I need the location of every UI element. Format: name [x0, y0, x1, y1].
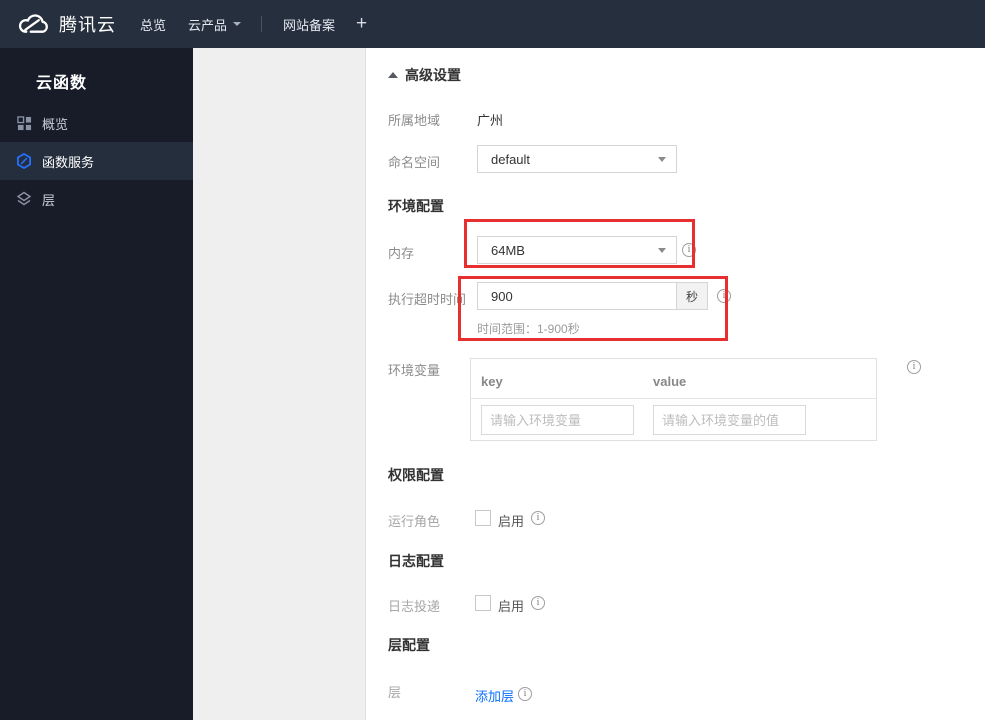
memory-label: 内存 — [388, 246, 415, 261]
sidebar-menu: 概览 函数服务 层 — [0, 104, 193, 218]
run-role-enable-label: 启用 — [498, 514, 525, 529]
sidebar-item-label: 函数服务 — [42, 154, 95, 170]
nav-overview-label: 总览 — [140, 17, 167, 33]
env-key-header: key — [481, 374, 503, 389]
env-vars-label: 环境变量 — [388, 363, 441, 378]
log-delivery-label: 日志投递 — [388, 599, 441, 614]
cloud-logo-icon — [18, 13, 48, 33]
run-role-label: 运行角色 — [388, 514, 441, 529]
sidebar-item-layers[interactable]: 层 — [0, 180, 193, 218]
advanced-settings-label: 高级设置 — [405, 67, 461, 83]
memory-info-icon[interactable] — [682, 243, 696, 257]
sidebar-item-label: 层 — [42, 192, 56, 208]
layer-section-heading: 层配置 — [388, 637, 430, 653]
function-config-form: 高级设置 所属地域 广州 命名空间 default 环境配置 内存 64MB 执… — [366, 48, 985, 720]
timeout-label: 执行超时时间 — [388, 292, 467, 307]
env-key-input[interactable] — [481, 405, 634, 435]
secondary-panel — [193, 48, 366, 720]
layer-label: 层 — [388, 685, 402, 700]
caret-down-icon — [233, 22, 242, 26]
sidebar-item-function-service[interactable]: 函数服务 — [0, 142, 193, 180]
plus-icon: + — [356, 13, 368, 34]
namespace-label: 命名空间 — [388, 155, 441, 170]
brand[interactable]: 腾讯云 — [17, 0, 116, 48]
nav-overview[interactable]: 总览 — [140, 0, 166, 48]
grid-icon — [16, 115, 32, 131]
log-delivery-info-icon[interactable] — [531, 596, 545, 610]
layers-icon — [16, 191, 32, 207]
memory-select-value: 64MB — [491, 242, 525, 258]
timeout-info-icon[interactable] — [717, 289, 731, 303]
namespace-select-value: default — [491, 151, 531, 167]
timeout-input[interactable] — [477, 282, 677, 310]
caret-down-icon — [658, 156, 666, 162]
top-navbar: 腾讯云 总览 云产品 网站备案 + — [0, 0, 985, 48]
memory-select[interactable]: 64MB — [477, 236, 677, 264]
region-value: 广州 — [477, 113, 504, 128]
brand-name: 腾讯云 — [59, 15, 116, 35]
log-section-heading: 日志配置 — [388, 553, 444, 569]
timeout-unit: 秒 — [677, 282, 708, 310]
sidebar-item-label: 概览 — [42, 116, 69, 132]
nav-cloud-products-label: 云产品 — [188, 17, 228, 33]
run-role-info-icon[interactable] — [531, 511, 545, 525]
log-delivery-enable-label: 启用 — [498, 599, 525, 614]
env-value-input[interactable] — [653, 405, 806, 435]
region-label: 所属地域 — [388, 113, 441, 128]
env-value-header: value — [653, 374, 687, 389]
nav-add-tab-button[interactable]: + — [356, 0, 367, 48]
namespace-select[interactable]: default — [477, 145, 677, 173]
perm-section-heading: 权限配置 — [388, 467, 444, 483]
run-role-checkbox[interactable] — [475, 510, 491, 526]
hexagon-function-icon — [16, 153, 32, 169]
add-layer-link[interactable]: 添加层 — [475, 686, 514, 705]
caret-down-icon — [658, 247, 666, 253]
log-delivery-checkbox[interactable] — [475, 595, 491, 611]
tencent-cloud-console: 腾讯云 总览 云产品 网站备案 + 云函数 概览 函数服务 层 高级设置 所属地… — [0, 0, 985, 720]
env-vars-info-icon[interactable] — [907, 360, 921, 374]
nav-icp-label: 网站备案 — [283, 17, 336, 33]
timeout-hint: 时间范围：1-900秒 — [477, 322, 580, 336]
nav-icp-filing[interactable]: 网站备案 — [283, 0, 335, 48]
nav-cloud-products[interactable]: 云产品 — [188, 0, 242, 48]
sidebar-title: 云函数 — [36, 75, 88, 92]
nav-divider — [261, 16, 262, 32]
table-divider — [471, 398, 876, 399]
sidebar-item-overview[interactable]: 概览 — [0, 104, 193, 142]
advanced-settings-toggle[interactable]: 高级设置 — [388, 65, 461, 85]
triangle-up-icon — [388, 72, 398, 78]
sidebar: 云函数 概览 函数服务 层 — [0, 48, 193, 720]
add-layer-info-icon[interactable] — [518, 687, 532, 701]
env-section-heading: 环境配置 — [388, 198, 444, 214]
env-vars-table: key value — [470, 358, 877, 441]
